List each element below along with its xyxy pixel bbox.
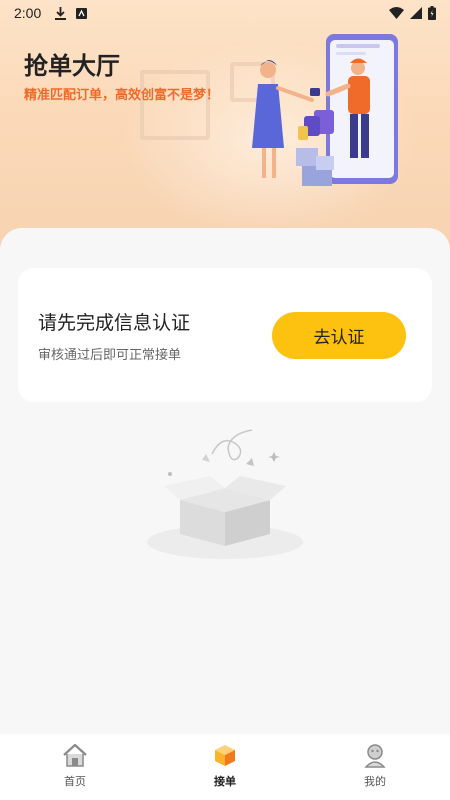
tab-home-label: 首页 xyxy=(64,775,86,788)
verify-card-title: 请先完成信息认证 xyxy=(38,312,191,334)
profile-icon xyxy=(364,744,386,768)
status-time: 2:00 xyxy=(14,5,42,21)
bottom-tab-bar: 首页 接单 我的 xyxy=(0,734,450,800)
verify-card: 请先完成信息认证 审核通过后即可正常接单 去认证 xyxy=(18,268,432,402)
page-subtitle: 精准匹配订单，高效创富不是梦！ xyxy=(24,88,220,103)
verify-card-subtitle: 审核通过后即可正常接单 xyxy=(38,348,182,363)
battery-charging-icon xyxy=(428,6,436,20)
download-icon xyxy=(55,6,67,20)
home-icon xyxy=(63,743,87,767)
signal-icon xyxy=(410,7,422,19)
tab-orders[interactable]: 接单 xyxy=(150,734,300,800)
page-title: 抢单大厅 xyxy=(24,52,120,80)
wifi-icon xyxy=(389,7,404,19)
status-bar: 2:00 xyxy=(0,0,450,26)
delivery-illustration xyxy=(252,34,398,186)
empty-box-icon xyxy=(147,429,303,559)
verify-button[interactable]: 去认证 xyxy=(272,312,406,359)
app-icon xyxy=(76,7,88,19)
tab-orders-label: 接单 xyxy=(214,775,236,788)
hero-banner: 2:00 抢单大厅 精准匹配订单，高效创富不是梦！ xyxy=(0,0,450,260)
tab-profile-label: 我的 xyxy=(364,775,386,788)
tab-profile[interactable]: 我的 xyxy=(300,734,450,800)
background-picture-frame xyxy=(140,70,210,140)
tab-home[interactable]: 首页 xyxy=(0,734,150,800)
order-box-icon xyxy=(215,745,235,766)
